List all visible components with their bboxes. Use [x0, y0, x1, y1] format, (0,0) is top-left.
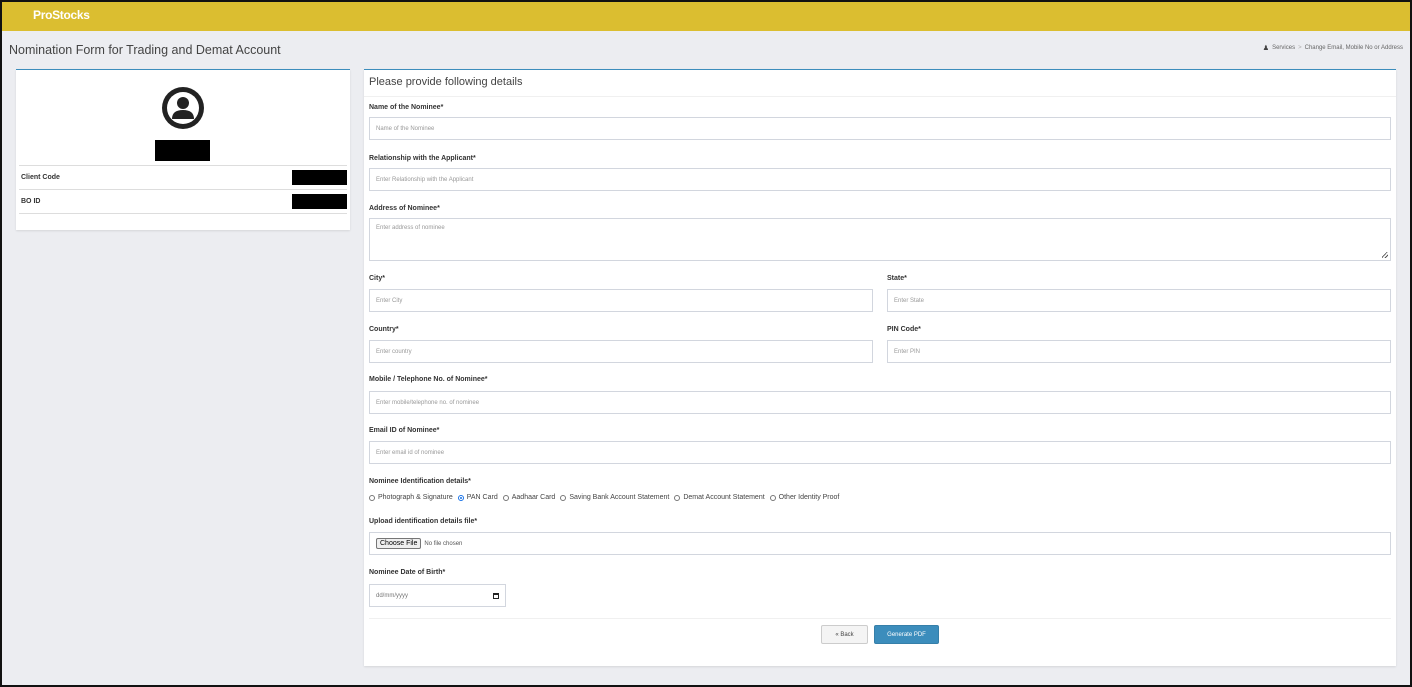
radio-button[interactable]: [369, 494, 375, 501]
pin-code-label: PIN Code*: [887, 326, 921, 333]
radio-label: Photograph & Signature: [378, 494, 453, 501]
upload-label: Upload identification details file*: [369, 518, 478, 525]
email-input[interactable]: Enter email id of nominee: [369, 441, 1391, 464]
mobile-label: Mobile / Telephone No. of Nominee*: [369, 376, 488, 383]
address-placeholder: Enter address of nominee: [376, 225, 445, 231]
radio-button-checked[interactable]: [457, 494, 464, 501]
radio-label: Aadhaar Card: [511, 494, 556, 501]
email-label: Email ID of Nominee*: [369, 427, 440, 434]
page-title: Nomination Form for Trading and Demat Ac…: [9, 43, 281, 57]
back-button[interactable]: « Back: [821, 625, 868, 644]
bo-id-row: BO ID: [19, 189, 347, 213]
radio-pan-card[interactable]: PAN Card: [457, 494, 498, 501]
nominee-name-input[interactable]: Name of the Nominee: [369, 117, 1391, 140]
address-label: Address of Nominee*: [369, 205, 440, 212]
redacted-name: [155, 140, 210, 161]
radio-photograph-signature[interactable]: Photograph & Signature: [369, 494, 453, 501]
city-label: City*: [369, 275, 385, 282]
generate-pdf-button[interactable]: Generate PDF: [874, 625, 939, 644]
pin-code-input[interactable]: Enter PIN: [887, 340, 1391, 363]
radio-label: Saving Bank Account Statement: [569, 494, 670, 501]
radio-label: Demat Account Statement: [683, 494, 765, 501]
radio-button[interactable]: [560, 494, 567, 501]
redacted-client-code: [292, 170, 347, 185]
dob-label: Nominee Date of Birth*: [369, 569, 446, 576]
state-input[interactable]: Enter State: [887, 289, 1391, 312]
country-input[interactable]: Enter country: [369, 340, 873, 363]
relationship-label: Relationship with the Applicant*: [369, 155, 476, 162]
client-code-label: Client Code: [21, 174, 60, 181]
breadcrumb-services[interactable]: Services: [1272, 45, 1295, 51]
calendar-icon[interactable]: [493, 592, 499, 599]
country-label: Country*: [369, 326, 399, 333]
radio-button[interactable]: [674, 494, 681, 501]
state-label: State*: [887, 275, 907, 282]
radio-saving-bank-statement[interactable]: Saving Bank Account Statement: [560, 494, 669, 501]
radio-button[interactable]: [502, 494, 509, 501]
radio-aadhaar-card[interactable]: Aadhaar Card: [502, 494, 556, 501]
form-heading: Please provide following details: [369, 76, 523, 88]
address-textarea[interactable]: Enter address of nominee: [369, 218, 1391, 261]
city-input[interactable]: Enter City: [369, 289, 873, 312]
divider: [19, 213, 347, 214]
file-status: No file chosen: [424, 540, 463, 547]
divider: [369, 618, 1391, 619]
top-bar: ProStocks: [0, 0, 1412, 31]
radio-demat-statement[interactable]: Demat Account Statement: [674, 494, 765, 501]
dob-placeholder: dd/mm/yyyy: [376, 592, 409, 599]
breadcrumb: ♟ Services > Change Email, Mobile No or …: [1263, 44, 1403, 52]
mobile-input[interactable]: Enter mobile/telephone no. of nominee: [369, 391, 1391, 414]
identification-label: Nominee Identification details*: [369, 478, 471, 485]
nominee-name-label: Name of the Nominee*: [369, 104, 444, 111]
file-upload-field[interactable]: Choose File No file chosen: [369, 532, 1391, 555]
brand-logo[interactable]: ProStocks: [33, 8, 90, 22]
relationship-input[interactable]: Enter Relationship with the Applicant: [369, 168, 1391, 191]
client-code-row: Client Code: [19, 165, 347, 189]
radio-label: Other Identity Proof: [778, 494, 840, 501]
radio-label: PAN Card: [466, 494, 498, 501]
breadcrumb-current: Change Email, Mobile No or Address: [1304, 45, 1403, 51]
bo-id-label: BO ID: [21, 198, 41, 205]
divider: [364, 96, 1396, 97]
breadcrumb-separator: >: [1298, 45, 1302, 51]
dob-input[interactable]: dd/mm/yyyy: [369, 584, 506, 607]
profile-card: Client Code BO ID: [16, 69, 350, 230]
identification-radio-group: Photograph & Signature PAN Card Aadhaar …: [369, 494, 839, 501]
radio-other-identity-proof[interactable]: Other Identity Proof: [769, 494, 840, 501]
user-avatar-icon: [162, 87, 204, 129]
redacted-bo-id: [292, 194, 347, 209]
resize-handle-icon[interactable]: [1382, 252, 1388, 258]
nomination-form: Please provide following details Name of…: [364, 69, 1396, 666]
radio-button[interactable]: [769, 494, 776, 501]
choose-file-button[interactable]: Choose File: [376, 538, 422, 549]
user-icon: ♟: [1262, 45, 1270, 52]
